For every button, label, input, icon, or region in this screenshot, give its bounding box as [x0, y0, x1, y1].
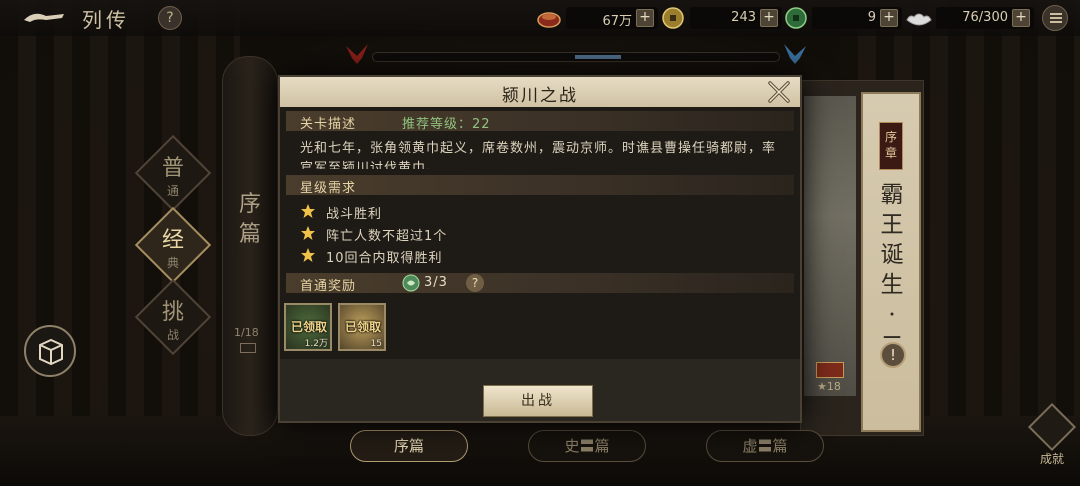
first-clear-reward-section: 首通奖励 3/3 ?: [286, 273, 794, 294]
help-button[interactable]: ?: [158, 6, 182, 30]
reward-item-coin[interactable]: 已领取 15: [338, 303, 386, 351]
difficulty-classic-label: 经 典: [150, 222, 196, 271]
star-requirement-text: 10回合内取得胜利: [326, 251, 443, 266]
difficulty-challenge-label: 挑 战: [150, 294, 196, 343]
red-bird-icon: [346, 44, 368, 64]
star-requirement-label: 星级需求: [300, 181, 357, 196]
chapter-title: 霸 王 诞 生 · 二: [874, 180, 910, 360]
claimed-label: 已领取: [344, 320, 381, 334]
badge-char: 章: [884, 146, 897, 160]
difficulty-challenge-char: 挑: [161, 300, 184, 325]
achievement-icon: [1027, 402, 1077, 452]
copper-resource: 67万 +: [566, 7, 658, 29]
treasure-box-button[interactable]: [24, 325, 76, 377]
top-bar: 列传 ? 67万 + 243 + 9 + 76/300 +: [0, 0, 1080, 36]
first-clear-count: 3/3: [424, 275, 448, 290]
tab-prologue[interactable]: 序篇: [350, 430, 468, 462]
reward-quantity: 15: [370, 339, 382, 349]
stage-desc-section: 关卡描述 推荐等级：22: [286, 111, 794, 132]
jade-coin-add-button[interactable]: +: [760, 9, 778, 27]
star-icon: [301, 204, 315, 218]
close-button[interactable]: [766, 80, 792, 104]
star-requirement-text: 阵亡人数不超过1个: [326, 229, 448, 244]
tab-history[interactable]: 史〓篇: [528, 430, 646, 462]
map-preview: [804, 96, 856, 396]
chapter-title-char: 生: [880, 272, 904, 298]
claimed-label: 已领取: [290, 320, 327, 334]
back-button[interactable]: [22, 8, 66, 28]
badge-char: 序: [884, 130, 897, 144]
scroll-char: 序: [238, 192, 261, 217]
reward-quantity: 1.2万: [304, 339, 328, 349]
jade-icon: [402, 274, 420, 292]
difficulty-normal-label: 普 通: [150, 150, 196, 199]
difficulty-challenge-char2: 战: [166, 328, 179, 342]
blue-bird-icon: [784, 44, 806, 64]
box-icon: [39, 338, 63, 366]
star-requirement-text: 战斗胜利: [326, 207, 383, 222]
jade-coin-value: 243: [731, 10, 756, 25]
silver-add-button[interactable]: +: [880, 9, 898, 27]
achievement-label: 成就: [1039, 452, 1064, 466]
scroll-char: 篇: [238, 222, 261, 247]
back-arrow-icon: [24, 13, 64, 22]
book-icon: [240, 343, 256, 353]
difficulty-classic-char2: 典: [166, 256, 179, 270]
copper-add-button[interactable]: +: [636, 9, 654, 27]
star-icon: [301, 226, 315, 240]
star-icon: [301, 248, 315, 262]
stamina-add-button[interactable]: +: [1012, 9, 1030, 27]
coin-icon: [662, 7, 684, 29]
stage-progress-bar: [372, 52, 780, 62]
copper-value: 67万: [602, 14, 632, 29]
stage-description: 光和七年，张角领黄巾起义，席卷数州，震动京师。时谯县曹操任骑都尉，率官军至颍川讨…: [300, 141, 776, 169]
dialog-title: 颍川之战: [502, 86, 578, 106]
menu-button[interactable]: [1042, 5, 1068, 31]
difficulty-classic-char: 经: [161, 228, 184, 253]
chapter-scroll-label: 序 篇: [232, 190, 268, 250]
tab-fiction[interactable]: 虚〓篇: [706, 430, 824, 462]
stage-detail-dialog: 颍川之战 关卡描述 推荐等级：22 光和七年，张角领黄巾起义，席卷数州，震动京师…: [278, 75, 802, 423]
star-chest-icon[interactable]: [816, 362, 844, 378]
chapter-title-char: 王: [880, 212, 904, 238]
stamina-value: 76/300: [962, 10, 1008, 25]
jade-coin-resource: 243 +: [690, 7, 782, 29]
reward-item-copper[interactable]: 已领取 1.2万: [284, 303, 332, 351]
first-clear-label: 首通奖励: [300, 279, 357, 294]
star-requirement-section: 星级需求: [286, 175, 794, 196]
chapter-info-button[interactable]: !: [880, 342, 906, 368]
achievement-button[interactable]: 成就: [1027, 402, 1077, 470]
menu-icon-line: [1050, 21, 1062, 23]
jade-coin-icon: [785, 7, 807, 29]
close-icon: [768, 81, 790, 103]
stamina-resource: 76/300 +: [936, 7, 1034, 29]
stage-progress-fill: [575, 55, 621, 59]
menu-icon-line: [1050, 17, 1062, 19]
recommend-level: 推荐等级：22: [402, 117, 491, 132]
copper-icon: [537, 12, 561, 28]
chapter-count: 1/18: [234, 326, 259, 339]
chapter-badge: 序 章: [879, 122, 903, 170]
silver-ingot-icon: [906, 13, 932, 26]
chapter-title-char: 霸: [880, 182, 904, 208]
silver-resource: 9 +: [812, 7, 902, 29]
reward-help-button[interactable]: ?: [466, 274, 484, 292]
menu-icon: [1050, 13, 1062, 15]
stage-desc-label: 关卡描述: [300, 117, 357, 132]
difficulty-normal-char2: 通: [166, 184, 179, 198]
page-title: 列传: [82, 8, 130, 32]
chapter-title-char: 诞: [880, 242, 904, 268]
difficulty-normal-char: 普: [161, 156, 184, 181]
chapter-title-char: ·: [888, 302, 896, 328]
fight-button[interactable]: 出战: [483, 385, 593, 417]
chest-star-count: ★18: [817, 380, 841, 393]
silver-value: 9: [867, 10, 876, 25]
